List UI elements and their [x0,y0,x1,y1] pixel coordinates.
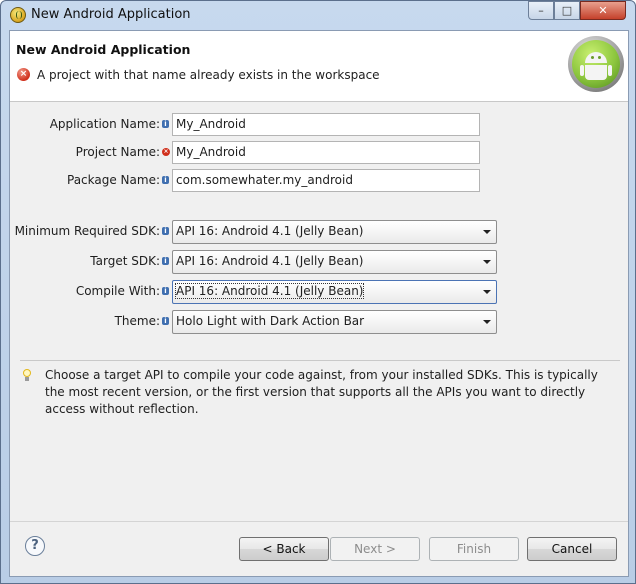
package-name-field[interactable]: com.somewhater.my_android [172,169,480,192]
dialog-window: New Android Application – □ ✕ New Androi… [0,0,636,584]
info-icon: i [162,176,169,184]
target-sdk-select[interactable]: API 16: Android 4.1 (Jelly Bean) [172,250,497,274]
eclipse-icon [10,7,26,23]
compile-with-label: Compile With: [75,284,160,298]
application-name-field[interactable]: My_Android [172,113,480,136]
info-icon: i [162,287,169,295]
chevron-down-icon [483,290,491,294]
info-icon: i [162,227,169,235]
footer-separator [10,521,628,522]
target-sdk-label: Target SDK: [90,254,160,268]
theme-label: Theme: [114,314,160,328]
info-icon: i [162,257,169,265]
application-name-row: Application Name: i My_Android [10,113,628,137]
error-icon: × [17,68,30,81]
package-name-label: Package Name: [67,173,160,187]
min-sdk-select[interactable]: API 16: Android 4.1 (Jelly Bean) [172,220,497,244]
window-title: New Android Application [31,7,191,22]
title-bar[interactable]: New Android Application – □ ✕ [1,1,635,29]
chevron-down-icon [483,260,491,264]
finish-button[interactable]: Finish [429,537,519,561]
theme-select[interactable]: Holo Light with Dark Action Bar [172,310,497,334]
cancel-button[interactable]: Cancel [527,537,617,561]
next-button[interactable]: Next > [330,537,420,561]
project-name-row: Project Name: × My_Android [10,141,628,165]
dialog-client: New Android Application × A project with… [9,30,629,577]
android-logo [568,36,624,92]
project-name-field[interactable]: My_Android [172,141,480,164]
help-icon[interactable]: ? [25,536,45,556]
wizard-header: New Android Application × A project with… [10,31,628,102]
back-button[interactable]: < Back [239,537,329,561]
error-message: A project with that name already exists … [37,68,380,82]
chevron-down-icon [483,320,491,324]
hint-text: Choose a target API to compile your code… [45,368,598,416]
min-sdk-row: Minimum Required SDK: i API 16: Android … [10,220,628,244]
package-name-row: Package Name: i com.somewhater.my_androi… [10,169,628,193]
min-sdk-label: Minimum Required SDK: [14,224,160,238]
project-name-label: Project Name: [75,145,160,159]
separator [20,360,620,361]
application-name-label: Application Name: [49,117,160,131]
info-icon: i [162,120,169,128]
minimize-button[interactable]: – [528,1,554,20]
lightbulb-icon [22,369,32,381]
compile-with-select[interactable]: API 16: Android 4.1 (Jelly Bean) [172,280,497,304]
info-icon: i [162,317,169,325]
target-sdk-row: Target SDK: i API 16: Android 4.1 (Jelly… [10,250,628,274]
error-icon: × [162,148,170,156]
theme-row: Theme: i Holo Light with Dark Action Bar [10,310,628,334]
compile-with-row: Compile With: i API 16: Android 4.1 (Jel… [10,280,628,304]
chevron-down-icon [483,230,491,234]
wizard-title: New Android Application [16,42,191,57]
maximize-button[interactable]: □ [554,1,580,20]
close-button[interactable]: ✕ [580,1,626,20]
